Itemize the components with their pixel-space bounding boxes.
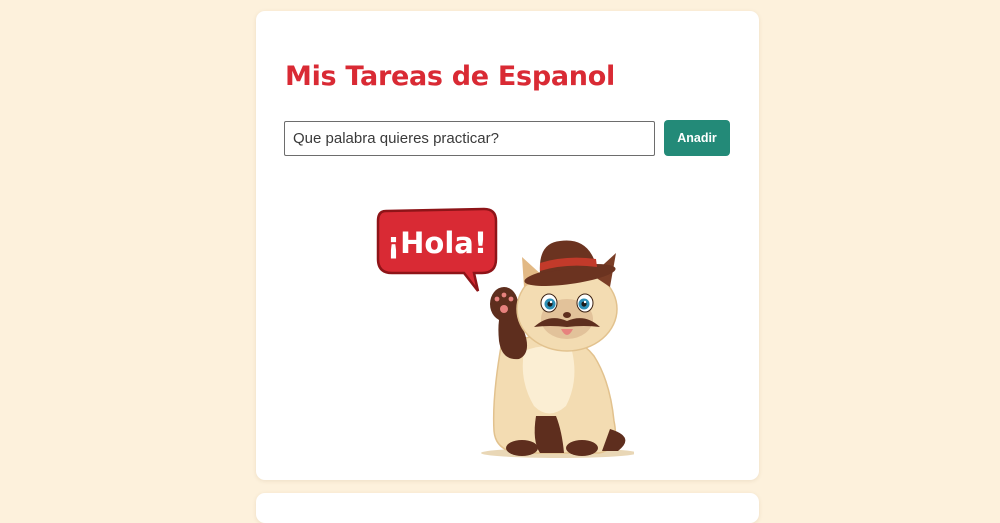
speech-bubble: ¡Hola! bbox=[376, 207, 498, 292]
waving-cat-mascot-illustration: ¡Hola! bbox=[376, 207, 634, 458]
speech-bubble-text: ¡Hola! bbox=[387, 226, 487, 260]
word-input[interactable] bbox=[284, 121, 655, 156]
next-card bbox=[256, 493, 759, 523]
task-card: Mis Tareas de Espanol Anadir ¡Hola! bbox=[256, 11, 759, 480]
page-title: Mis Tareas de Espanol bbox=[285, 61, 615, 92]
add-button[interactable]: Anadir bbox=[664, 120, 730, 156]
